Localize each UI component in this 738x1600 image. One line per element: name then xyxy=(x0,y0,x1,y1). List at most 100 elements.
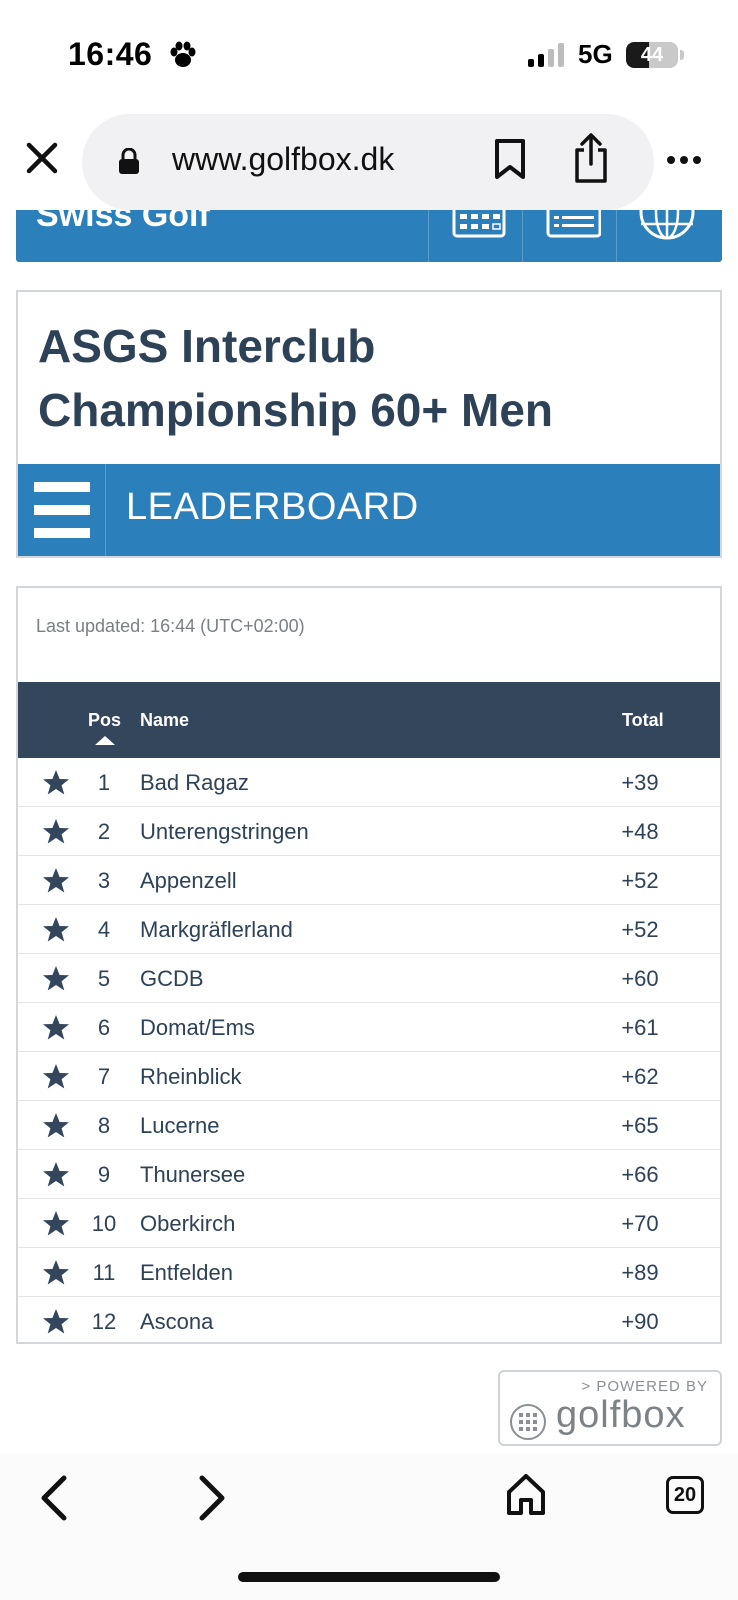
row-position: 1 xyxy=(97,770,111,795)
network-type: 5G xyxy=(578,39,613,69)
row-club-name[interactable]: Ascona xyxy=(140,1309,213,1335)
row-total: +65 xyxy=(621,1113,659,1138)
table-row[interactable]: 11 Entfelden +89 xyxy=(18,1248,720,1297)
favorite-star-icon[interactable] xyxy=(42,965,70,993)
site-name[interactable]: Swiss Golf xyxy=(36,210,210,235)
row-total: +52 xyxy=(621,868,659,893)
row-position: 3 xyxy=(97,868,111,893)
favorite-star-icon[interactable] xyxy=(42,1308,70,1336)
row-position: 6 xyxy=(97,1015,111,1040)
list-icon xyxy=(546,210,601,238)
hamburger-icon-line xyxy=(34,482,90,492)
table-row[interactable]: 1 Bad Ragaz +39 xyxy=(18,758,720,807)
column-header-name[interactable]: Name xyxy=(140,710,189,731)
favorite-star-icon[interactable] xyxy=(42,916,70,944)
row-total: +66 xyxy=(621,1162,659,1187)
row-club-name[interactable]: Unterengstringen xyxy=(140,819,309,845)
row-position: 4 xyxy=(97,917,111,942)
favorite-star-icon[interactable] xyxy=(42,769,70,797)
battery-level: 44 xyxy=(640,44,664,66)
globe-icon xyxy=(639,210,695,240)
language-button[interactable] xyxy=(616,210,710,262)
home-indicator xyxy=(238,1572,500,1582)
favorite-star-icon[interactable] xyxy=(42,1014,70,1042)
hamburger-icon-line xyxy=(34,505,90,515)
row-position: 11 xyxy=(92,1260,116,1285)
row-club-name[interactable]: Domat/Ems xyxy=(140,1015,255,1041)
row-club-name[interactable]: GCDB xyxy=(140,966,204,992)
row-club-name[interactable]: Bad Ragaz xyxy=(140,770,249,796)
paw-icon xyxy=(170,41,196,67)
table-row[interactable]: 5 GCDB +60 xyxy=(18,954,720,1003)
title-card: ASGS Interclub Championship 60+ Men LEAD… xyxy=(16,290,722,558)
table-row[interactable]: 6 Domat/Ems +61 xyxy=(18,1003,720,1052)
table-row[interactable]: 4 Markgräflerland +52 xyxy=(18,905,720,954)
calendar-button[interactable] xyxy=(428,210,522,262)
column-header-pos[interactable]: Pos xyxy=(88,710,121,731)
table-row[interactable]: 3 Appenzell +52 xyxy=(18,856,720,905)
row-club-name[interactable]: Entfelden xyxy=(140,1260,233,1286)
row-total: +60 xyxy=(621,966,659,991)
close-icon[interactable] xyxy=(24,140,60,176)
hamburger-icon-line xyxy=(34,528,90,538)
table-row[interactable]: 9 Thunersee +66 xyxy=(18,1150,720,1199)
table-row[interactable]: 10 Oberkirch +70 xyxy=(18,1199,720,1248)
url-text[interactable]: www.golfbox.dk xyxy=(172,141,394,178)
table-body: 1 Bad Ragaz +39 2 Unterengstringen +48 3 Appenz… xyxy=(18,758,720,1346)
powered-by-text: > POWERED BY xyxy=(581,1378,708,1395)
back-arrow-icon[interactable] xyxy=(38,1474,70,1522)
golfbox-logo-text: golfbox xyxy=(556,1394,686,1436)
row-position: 8 xyxy=(97,1113,111,1138)
leaderboard-bar: LEADERBOARD xyxy=(18,464,720,556)
forward-arrow-icon[interactable] xyxy=(196,1474,228,1522)
row-position: 12 xyxy=(91,1309,117,1334)
menu-button[interactable] xyxy=(18,464,106,556)
tabs-button[interactable]: 20 xyxy=(666,1476,704,1514)
row-position: 10 xyxy=(91,1211,117,1236)
favorite-star-icon[interactable] xyxy=(42,1063,70,1091)
row-position: 2 xyxy=(97,819,111,844)
table-row[interactable]: 12 Ascona +90 xyxy=(18,1297,720,1346)
row-position: 7 xyxy=(97,1064,111,1089)
favorite-star-icon[interactable] xyxy=(42,818,70,846)
powered-by-golfbox[interactable]: > POWERED BY golfbox xyxy=(498,1370,722,1446)
bookmark-icon[interactable] xyxy=(494,138,526,180)
more-options-icon[interactable] xyxy=(666,150,702,170)
section-title: LEADERBOARD xyxy=(126,486,419,528)
leaderboard-card: Last updated: 16:44 (UTC+02:00) Pos Name… xyxy=(16,586,722,1344)
column-header-total[interactable]: Total xyxy=(622,710,664,731)
row-club-name[interactable]: Oberkirch xyxy=(140,1211,235,1237)
lock-icon xyxy=(119,148,139,174)
last-updated: Last updated: 16:44 (UTC+02:00) xyxy=(36,616,305,636)
row-position: 5 xyxy=(97,966,111,991)
table-header: Pos Name Total xyxy=(18,682,720,758)
favorite-star-icon[interactable] xyxy=(42,1259,70,1287)
favorite-star-icon[interactable] xyxy=(42,1112,70,1140)
favorite-star-icon[interactable] xyxy=(42,1161,70,1189)
status-time: 16:46 xyxy=(68,36,153,72)
table-row[interactable]: 7 Rheinblick +62 xyxy=(18,1052,720,1101)
favorite-star-icon[interactable] xyxy=(42,1210,70,1238)
row-total: +48 xyxy=(621,819,659,844)
row-position: 9 xyxy=(97,1162,111,1187)
row-total: +89 xyxy=(621,1260,659,1285)
row-club-name[interactable]: Thunersee xyxy=(140,1162,245,1188)
table-row[interactable]: 2 Unterengstringen +48 xyxy=(18,807,720,856)
row-club-name[interactable]: Appenzell xyxy=(140,868,237,894)
list-button[interactable] xyxy=(522,210,616,262)
sort-ascending-icon xyxy=(95,736,115,745)
cellular-signal-icon xyxy=(528,43,564,67)
favorite-star-icon[interactable] xyxy=(42,867,70,895)
home-icon[interactable] xyxy=(506,1472,546,1516)
row-total: +70 xyxy=(621,1211,659,1236)
share-icon[interactable] xyxy=(572,132,610,184)
status-bar: 16:46 5G 44 xyxy=(0,0,738,100)
site-header: Swiss Golf xyxy=(16,210,722,262)
row-club-name[interactable]: Rheinblick xyxy=(140,1064,242,1090)
calendar-icon xyxy=(452,210,506,238)
row-club-name[interactable]: Lucerne xyxy=(140,1113,220,1139)
row-total: +90 xyxy=(621,1309,659,1334)
battery-icon: 44 xyxy=(626,42,678,68)
table-row[interactable]: 8 Lucerne +65 xyxy=(18,1101,720,1150)
row-club-name[interactable]: Markgräflerland xyxy=(140,917,293,943)
